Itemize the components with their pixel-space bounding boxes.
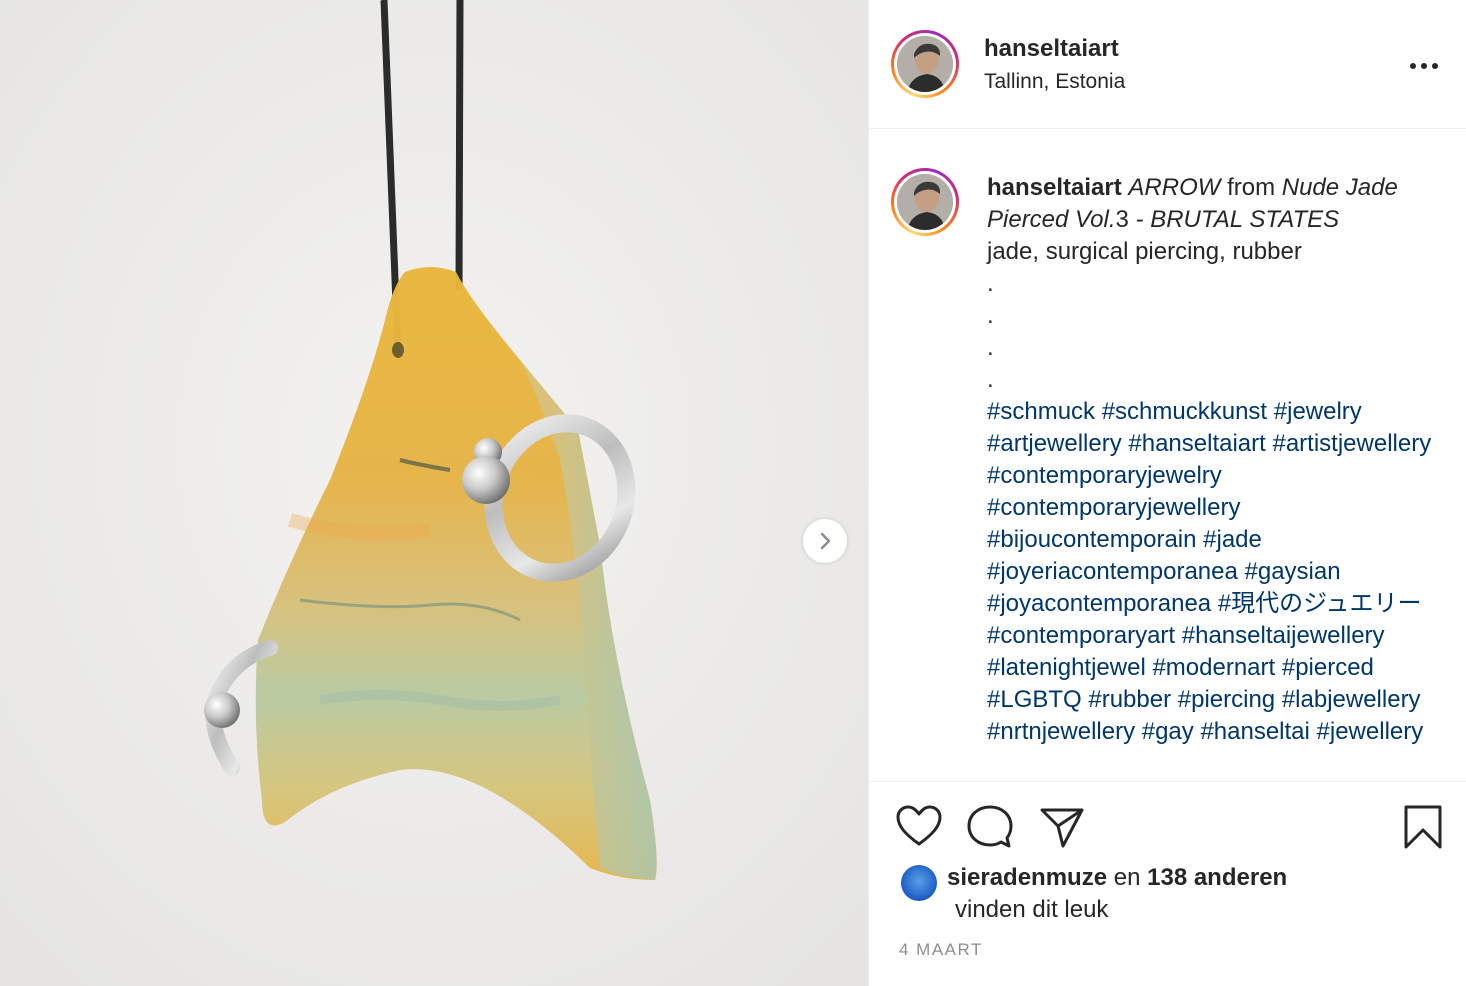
avatar-photo xyxy=(897,36,953,92)
caption-author-avatar[interactable] xyxy=(891,168,959,236)
first-liker-username[interactable]: sieradenmuze xyxy=(947,864,1107,891)
more-options-icon[interactable] xyxy=(1409,55,1439,77)
post-sidebar: hanseltaiart Tallinn, Estonia hanseltaia… xyxy=(868,0,1466,986)
post-header: hanseltaiart Tallinn, Estonia xyxy=(869,0,1466,129)
caption-title: ARROW xyxy=(1128,174,1221,201)
caption-section: hanseltaiart ARROW from Nude Jade Pierce… xyxy=(869,130,1466,780)
caption-dot: . xyxy=(987,302,994,329)
caption-dot: . xyxy=(987,334,994,361)
next-photo-button[interactable] xyxy=(803,519,847,563)
caption-dot: . xyxy=(987,270,994,297)
comment-icon[interactable] xyxy=(967,804,1013,850)
caption-from: from xyxy=(1227,174,1276,201)
post-date[interactable]: 4 MAART xyxy=(899,940,983,960)
likes-connector: en xyxy=(1113,864,1141,891)
caption-subtitle: BRUTAL STATES xyxy=(1150,206,1340,233)
post-location[interactable]: Tallinn, Estonia xyxy=(984,70,1125,94)
likes-text: sieradenmuze en 138 anderen vinden dit l… xyxy=(947,862,1407,926)
likes-suffix: vinden dit leuk xyxy=(955,896,1109,923)
caption-separator: - xyxy=(1128,206,1151,233)
post-media[interactable] xyxy=(0,0,868,986)
post-actions: sieradenmuze en 138 anderen vinden dit l… xyxy=(869,781,1466,986)
post-author-username[interactable]: hanseltaiart xyxy=(984,35,1119,63)
caption-username[interactable]: hanseltaiart xyxy=(987,174,1122,201)
liker-avatar[interactable] xyxy=(901,865,937,901)
paper-plane-icon[interactable] xyxy=(1039,806,1085,848)
caption-text: hanseltaiart ARROW from Nude Jade Pierce… xyxy=(987,172,1455,748)
caption-materials: jade, surgical piercing, rubber xyxy=(987,238,1302,265)
others-count-link[interactable]: 138 anderen xyxy=(1147,864,1287,891)
heart-icon[interactable] xyxy=(895,804,943,848)
caption-dot: . xyxy=(987,366,994,393)
profile-avatar[interactable] xyxy=(891,30,959,98)
chevron-right-icon xyxy=(820,532,831,550)
caption-volume-number: 3 xyxy=(1115,206,1129,233)
bookmark-icon[interactable] xyxy=(1403,804,1443,850)
caption-hashtags[interactable]: #schmuck #schmuckkunst #jewelry #artjewe… xyxy=(987,398,1431,745)
jade-pendant-photo xyxy=(0,0,868,986)
avatar-photo xyxy=(897,174,953,230)
